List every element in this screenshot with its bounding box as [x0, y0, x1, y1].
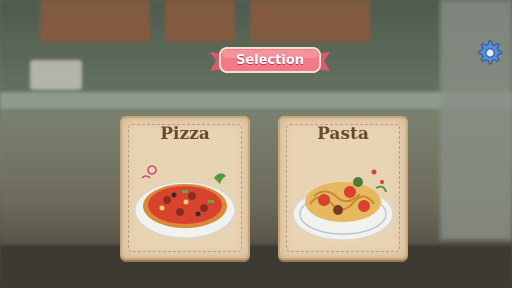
gear-icon	[478, 40, 503, 65]
microwave	[30, 60, 82, 90]
pasta-icon	[292, 169, 394, 241]
upper-cabinet	[250, 0, 370, 42]
upper-cabinet	[40, 0, 150, 42]
game-screen: Selection Pizza Pasta	[0, 0, 512, 288]
pasta-option-card[interactable]: Pasta	[278, 116, 408, 260]
pizza-option-label: Pizza	[160, 124, 210, 144]
pizza-icon	[134, 165, 236, 239]
kitchen-counter	[0, 92, 512, 110]
lower-cabinets	[0, 110, 512, 260]
upper-cabinet	[165, 0, 235, 42]
page-title: Selection	[235, 53, 304, 68]
pasta-option-label: Pasta	[317, 124, 369, 144]
settings-button[interactable]	[474, 38, 504, 68]
kitchen-floor	[0, 245, 512, 288]
pizza-option-card[interactable]: Pizza	[120, 116, 250, 260]
fridge	[440, 0, 512, 240]
